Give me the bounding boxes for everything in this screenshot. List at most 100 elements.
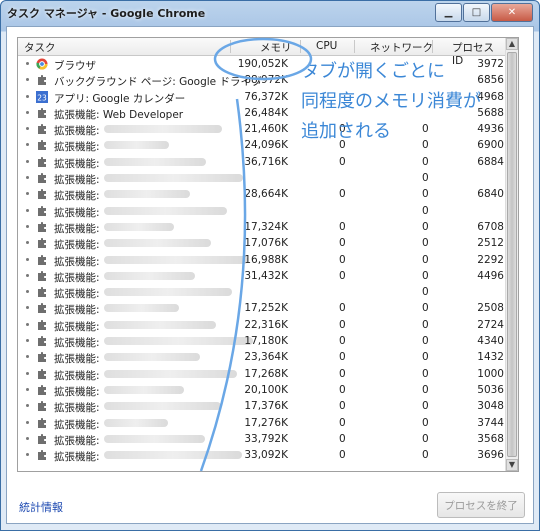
row-bullet (26, 306, 29, 310)
row-memory: 23,364K (244, 351, 288, 364)
puzzle-icon (38, 205, 46, 216)
puzzle-icon (38, 384, 46, 395)
puzzle-icon (38, 270, 46, 281)
row-memory: 33,092K (244, 449, 288, 462)
vertical-scrollbar[interactable]: ▲ ▼ (505, 38, 518, 471)
table-row[interactable]: 拡張機能: 17,252K 0 0 2508 (18, 300, 506, 316)
puzzle-icon (38, 287, 46, 298)
table-row[interactable]: 拡張機能: 0 (18, 284, 506, 300)
minimize-button[interactable]: ▁ (435, 3, 462, 22)
table-row[interactable]: 拡張機能: 33,092K 0 0 3696 (18, 447, 506, 463)
row-task-name: 拡張機能: (54, 239, 100, 252)
maximize-button[interactable]: □ (463, 3, 490, 22)
redacted-name (104, 141, 169, 150)
puzzle-icon (38, 107, 46, 118)
redacted-name (104, 206, 227, 215)
column-separator[interactable] (354, 40, 355, 53)
table-row[interactable]: 拡張機能: 17,268K 0 0 1000 (18, 366, 506, 382)
column-separator[interactable] (300, 40, 301, 53)
table-row[interactable]: 拡張機能: 33,792K 0 0 3568 (18, 431, 506, 447)
row-memory: 88,972K (244, 74, 288, 87)
title-bar[interactable]: タスク マネージャ - Google Chrome ▁ □ ✕ (1, 1, 539, 25)
puzzle-icon (38, 319, 46, 330)
row-task-name: 拡張機能: (54, 141, 100, 154)
row-pid: 1432 (477, 351, 504, 364)
column-cpu[interactable]: CPU (316, 40, 337, 52)
row-task-name: 拡張機能: (54, 206, 100, 219)
column-task[interactable]: タスク (24, 40, 56, 55)
table-row[interactable]: 拡張機能: 0 (18, 170, 506, 186)
table-row[interactable]: 拡張機能: 22,316K 0 0 2724 (18, 317, 506, 333)
row-network: 0 (422, 155, 429, 168)
row-task-name: 拡張機能: (54, 337, 100, 350)
row-pid: 6884 (477, 155, 504, 168)
row-bullet (26, 159, 29, 163)
column-memory[interactable]: メモリ (260, 40, 292, 55)
redacted-name (104, 271, 195, 280)
row-memory: 24,096K (244, 139, 288, 152)
row-network: 0 (422, 400, 429, 413)
row-bullet (26, 127, 29, 131)
row-cpu: 0 (339, 220, 346, 233)
close-icon: ✕ (507, 7, 517, 18)
row-cpu: 0 (339, 432, 346, 445)
table-row[interactable]: 拡張機能: 36,716K 0 0 6884 (18, 154, 506, 170)
row-cpu: 0 (339, 367, 346, 380)
redacted-name (104, 222, 174, 231)
row-task-name: ブラウザ (54, 60, 96, 72)
row-bullet (26, 404, 29, 408)
chrome-icon (36, 58, 48, 70)
column-network[interactable]: ネットワーク (370, 40, 433, 55)
table-row[interactable]: 拡張機能: 31,432K 0 0 4496 (18, 268, 506, 284)
row-cpu: 0 (339, 351, 346, 364)
column-separator[interactable] (230, 40, 231, 53)
row-memory: 26,484K (244, 106, 288, 119)
row-bullet (26, 290, 29, 294)
row-cpu: 0 (339, 269, 346, 282)
puzzle-icon (38, 221, 46, 232)
scroll-down-button[interactable]: ▼ (506, 459, 518, 471)
row-bullet (26, 436, 29, 440)
row-memory: 17,276K (244, 416, 288, 429)
table-row[interactable]: 拡張機能: 23,364K 0 0 1432 (18, 349, 506, 365)
table-row[interactable]: 拡張機能: 17,180K 0 0 4340 (18, 333, 506, 349)
column-separator[interactable] (432, 40, 433, 53)
table-row[interactable]: 拡張機能: 20,100K 0 0 5036 (18, 382, 506, 398)
handwritten-annotation: タブが開くごとに 同程度のメモリ消費が 追加される (301, 57, 481, 147)
table-header: タスク メモリ CPU ネットワーク プロセス ID (18, 38, 506, 67)
row-memory: 21,460K (244, 123, 288, 136)
row-pid: 6840 (477, 188, 504, 201)
table-row[interactable]: 拡張機能: 28,664K 0 0 6840 (18, 186, 506, 202)
row-pid: 2724 (477, 318, 504, 331)
stats-link[interactable]: 統計情報 (19, 499, 63, 515)
row-memory: 22,316K (244, 318, 288, 331)
table-row[interactable]: 拡張機能: 16,988K 0 0 2292 (18, 252, 506, 268)
puzzle-icon (38, 401, 46, 412)
table-row[interactable]: 拡張機能: 17,076K 0 0 2512 (18, 235, 506, 251)
scroll-thumb[interactable] (507, 52, 517, 457)
scroll-up-button[interactable]: ▲ (506, 38, 518, 50)
table-row[interactable]: 拡張機能: 0 (18, 203, 506, 219)
table-row[interactable]: 拡張機能: 17,376K 0 0 3048 (18, 398, 506, 414)
redacted-name (104, 385, 184, 394)
row-memory: 17,180K (244, 335, 288, 348)
end-process-button[interactable]: プロセスを終了 (437, 492, 525, 518)
row-task-name: アプリ: Google カレンダー (54, 92, 186, 105)
window-title: タスク マネージャ - Google Chrome (7, 7, 206, 20)
puzzle-icon (38, 368, 46, 379)
redacted-name (104, 320, 216, 329)
redacted-name (104, 288, 232, 297)
table-row[interactable]: 拡張機能: 17,324K 0 0 6708 (18, 219, 506, 235)
row-task-name: 拡張機能: (54, 434, 100, 447)
row-bullet (26, 339, 29, 343)
row-memory: 36,716K (244, 155, 288, 168)
close-button[interactable]: ✕ (491, 3, 533, 22)
table-row[interactable]: 拡張機能: 17,276K 0 0 3744 (18, 415, 506, 431)
row-bullet (26, 371, 29, 375)
row-task-name: 拡張機能: (54, 271, 100, 284)
row-memory: 20,100K (244, 383, 288, 396)
row-bullet (26, 62, 29, 65)
redacted-name (104, 353, 200, 362)
puzzle-icon (38, 450, 46, 461)
row-network: 0 (422, 204, 429, 217)
